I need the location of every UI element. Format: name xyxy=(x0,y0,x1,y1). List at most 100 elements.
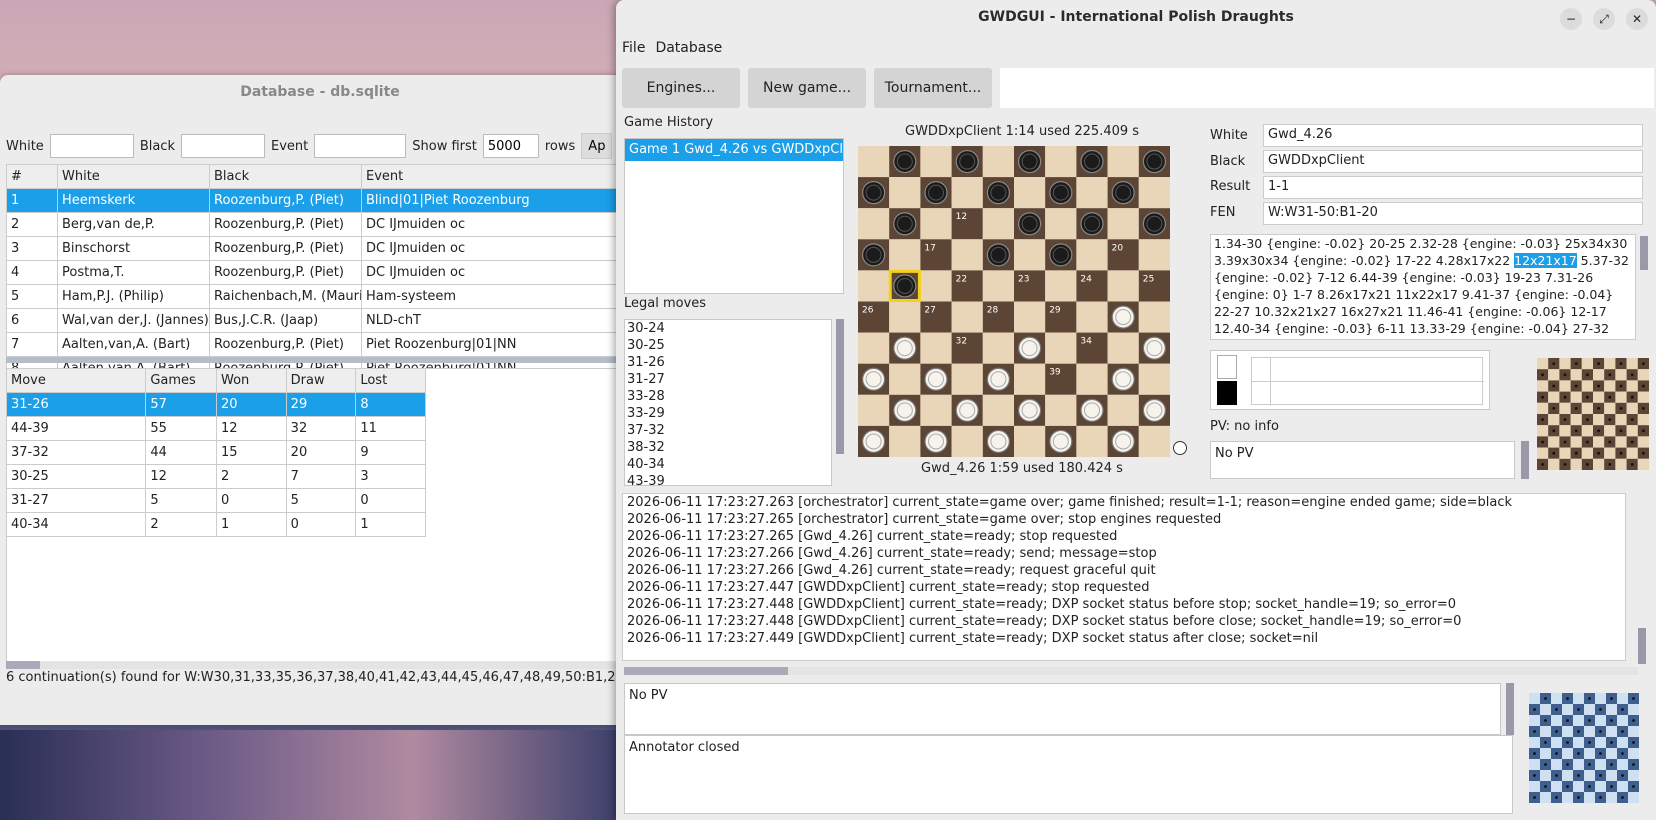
board-square[interactable] xyxy=(1138,363,1170,395)
board-square[interactable] xyxy=(1045,394,1077,426)
notation-current-move[interactable]: 12x21x17 xyxy=(1514,253,1577,268)
fen-field[interactable]: W:W31-50:B1-20 xyxy=(1263,202,1643,225)
board-square[interactable] xyxy=(951,177,983,209)
notation-scrollbar[interactable] xyxy=(1640,236,1648,270)
board-square[interactable] xyxy=(858,270,890,302)
board-square[interactable] xyxy=(1076,425,1108,457)
moves-column-header[interactable]: Move xyxy=(5,368,147,393)
maximize-button[interactable]: ⤢ xyxy=(1593,8,1615,30)
log-horizontal-scrollbar[interactable] xyxy=(624,667,1638,675)
bottom-pv-scrollbar[interactable] xyxy=(1506,683,1514,735)
board-square[interactable] xyxy=(920,208,952,240)
result-field[interactable]: 1-1 xyxy=(1263,176,1643,199)
draughts-board[interactable]: 12 17 20 22 23 24 25 26 27 28 29 32 34 39 xyxy=(858,146,1170,457)
board-square[interactable] xyxy=(1045,208,1077,240)
table-row[interactable]: 7 Aalten,van,A. (Bart) Roozenburg,P. (Piet… xyxy=(6,332,640,357)
games-column-header[interactable]: Event xyxy=(361,164,640,189)
board-square[interactable] xyxy=(982,270,1014,302)
board-square[interactable] xyxy=(1014,425,1046,457)
move-row[interactable]: 40-34 2 1 0 1 xyxy=(5,512,426,537)
board-square[interactable] xyxy=(920,394,952,426)
event-filter-input[interactable] xyxy=(314,134,407,158)
board-square[interactable] xyxy=(1014,301,1046,333)
legal-move-item[interactable]: 40-34 xyxy=(625,456,831,473)
board-square[interactable] xyxy=(889,425,921,457)
black-filter-input[interactable] xyxy=(181,134,265,158)
moves-column-header[interactable]: Games xyxy=(145,368,218,393)
board-square[interactable] xyxy=(982,146,1014,178)
board-square[interactable] xyxy=(1107,332,1139,364)
board-square[interactable] xyxy=(1138,301,1170,333)
legal-move-item[interactable]: 30-25 xyxy=(625,337,831,354)
game-notation[interactable]: 1.34-30 {engine: -0.02} 20-25 2.32-28 {e… xyxy=(1210,234,1636,340)
board-square[interactable] xyxy=(889,177,921,209)
show-first-input[interactable] xyxy=(482,134,539,158)
board-square[interactable] xyxy=(1076,301,1108,333)
legal-moves-scrollbar[interactable] xyxy=(836,319,844,454)
board-square[interactable] xyxy=(858,394,890,426)
board-square[interactable] xyxy=(1107,394,1139,426)
board-square[interactable] xyxy=(1107,270,1139,302)
board-square[interactable] xyxy=(920,332,952,364)
legal-move-item[interactable]: 33-29 xyxy=(625,405,831,422)
board-square[interactable] xyxy=(951,363,983,395)
move-row[interactable]: 30-25 12 2 7 3 xyxy=(5,464,426,489)
minimize-button[interactable]: − xyxy=(1560,8,1582,30)
board-square[interactable] xyxy=(982,394,1014,426)
board-square[interactable] xyxy=(858,146,890,178)
legal-move-item[interactable]: 37-32 xyxy=(625,422,831,439)
board-square[interactable] xyxy=(1014,363,1046,395)
board-square[interactable] xyxy=(1014,239,1046,271)
board-square[interactable] xyxy=(920,146,952,178)
board-square[interactable] xyxy=(1138,239,1170,271)
engines-button[interactable]: Engines... xyxy=(622,68,740,108)
menu-database[interactable]: Database xyxy=(655,40,722,56)
move-row[interactable]: 31-26 57 20 29 8 xyxy=(5,392,426,417)
moves-column-header[interactable]: Draw xyxy=(285,368,357,393)
board-square[interactable] xyxy=(982,332,1014,364)
board-square[interactable] xyxy=(1076,177,1108,209)
board-square[interactable] xyxy=(951,239,983,271)
board-square[interactable] xyxy=(1076,363,1108,395)
board-square[interactable] xyxy=(1107,208,1139,240)
legal-move-item[interactable]: 31-26 xyxy=(625,354,831,371)
table-row[interactable]: 2 Berg,van de,P. Roozenburg,P. (Piet) DC IJ… xyxy=(6,212,640,237)
white-filter-input[interactable] xyxy=(49,134,134,158)
log-scrollbar[interactable] xyxy=(1638,628,1646,664)
horizontal-scrollbar[interactable] xyxy=(6,661,640,669)
apply-button[interactable]: Ap xyxy=(581,133,613,159)
history-item[interactable]: Game 1 Gwd_4.26 vs GWDDxpClient xyxy=(625,139,843,161)
board-square[interactable] xyxy=(1045,270,1077,302)
board-square[interactable] xyxy=(1045,146,1077,178)
table-row[interactable]: 6 Wal,van der,J. (Jannes) Bus,J.C.R. (Jaap… xyxy=(6,308,640,333)
board-square[interactable] xyxy=(858,208,890,240)
games-column-header[interactable]: White xyxy=(57,164,210,189)
board-square[interactable] xyxy=(889,239,921,271)
legal-move-item[interactable]: 30-24 xyxy=(625,320,831,337)
board-square[interactable] xyxy=(951,425,983,457)
board-square[interactable] xyxy=(920,270,952,302)
board-square[interactable] xyxy=(982,208,1014,240)
table-row[interactable]: 4 Postma,T. Roozenburg,P. (Piet) DC IJmuide… xyxy=(6,260,640,285)
board-square[interactable] xyxy=(1107,146,1139,178)
board-square[interactable] xyxy=(1045,332,1077,364)
moves-column-header[interactable]: Lost xyxy=(355,368,426,393)
board-square[interactable] xyxy=(1138,177,1170,209)
board-square[interactable] xyxy=(889,301,921,333)
board-square[interactable] xyxy=(1138,425,1170,457)
legal-move-item[interactable]: 38-32 xyxy=(625,439,831,456)
new-game-button[interactable]: New game... xyxy=(748,68,866,108)
pv-scrollbar[interactable] xyxy=(1521,441,1529,479)
legal-move-item[interactable]: 31-27 xyxy=(625,371,831,388)
games-column-header[interactable]: # xyxy=(6,164,58,189)
black-player-field[interactable]: GWDDxpClient xyxy=(1263,150,1643,173)
games-column-header[interactable]: Black xyxy=(209,164,362,189)
board-square[interactable] xyxy=(951,301,983,333)
move-row[interactable]: 37-32 44 15 20 9 xyxy=(5,440,426,465)
legal-move-item[interactable]: 33-28 xyxy=(625,388,831,405)
legal-move-item[interactable]: 43-39 xyxy=(625,473,831,485)
table-row[interactable]: 3 Binschorst Roozenburg,P. (Piet) DC IJmuid… xyxy=(6,236,640,261)
board-square[interactable] xyxy=(1076,239,1108,271)
menu-file[interactable]: File xyxy=(622,40,645,56)
table-splitter[interactable] xyxy=(6,357,640,363)
